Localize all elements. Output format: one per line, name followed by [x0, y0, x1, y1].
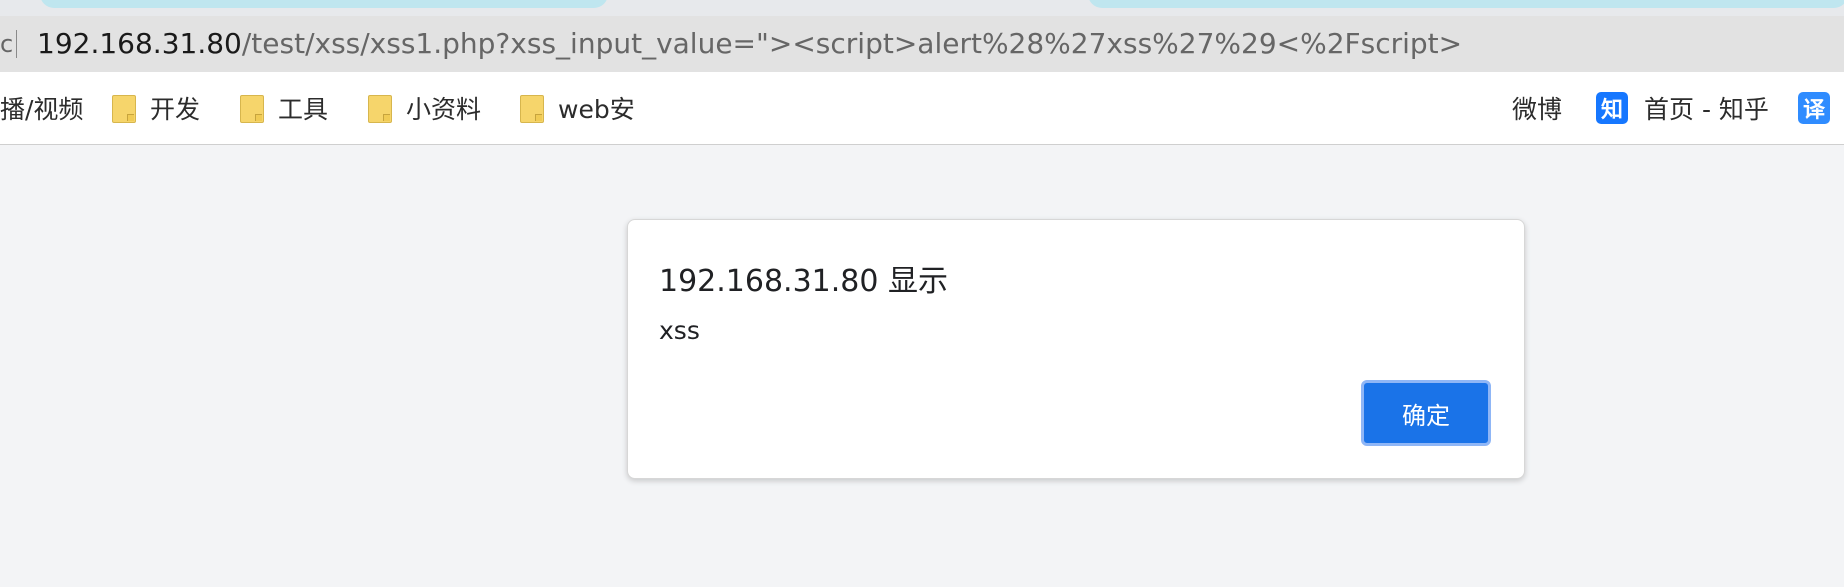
- bookmark-label: 小资料: [406, 95, 482, 124]
- url-host: 192.168.31.80: [37, 27, 242, 60]
- dialog-title: 192.168.31.80 显示: [659, 264, 949, 299]
- bookmark-folder-web-security[interactable]: web安: [520, 92, 635, 124]
- bookmark-video[interactable]: 播/视频: [0, 92, 83, 124]
- address-bar-separator: [16, 30, 17, 58]
- tab-edge-right: [1088, 0, 1844, 8]
- folder-icon: [112, 95, 136, 123]
- confirm-button[interactable]: 确定: [1361, 380, 1491, 446]
- page-content: 192.168.31.80 显示 xss 确定: [0, 145, 1844, 587]
- zhihu-icon: 知: [1596, 92, 1628, 124]
- bookmark-label: 开发: [150, 95, 201, 124]
- dialog-message: xss: [659, 316, 700, 345]
- bookmark-translate[interactable]: 译: [1798, 92, 1830, 124]
- translate-icon: 译: [1798, 92, 1830, 124]
- bookmark-zhihu[interactable]: 知 首页 - 知乎: [1596, 92, 1769, 124]
- bookmarks-bar: 播/视频 开发 工具 小资料 web安 微博 知 首页 - 知乎 译: [0, 72, 1844, 145]
- folder-icon: [368, 95, 392, 123]
- alert-dialog: 192.168.31.80 显示 xss 确定: [627, 219, 1525, 479]
- url-path: /test/xss/xss1.php?xss_input_value="><sc…: [241, 27, 1463, 60]
- address-bar[interactable]: c 192.168.31.80/test/xss/xss1.php?xss_in…: [0, 16, 1844, 72]
- bookmark-label: web安: [558, 95, 635, 124]
- folder-icon: [240, 95, 264, 123]
- bookmark-label: 工具: [278, 95, 329, 124]
- tab-edge-left: [40, 0, 608, 8]
- bookmark-folder-dev[interactable]: 开发: [112, 92, 200, 124]
- address-bar-left-fragment: c: [0, 30, 14, 58]
- bookmark-label: 首页 - 知乎: [1644, 95, 1769, 124]
- bookmark-label: 微博: [1512, 95, 1563, 124]
- url-field[interactable]: 192.168.31.80/test/xss/xss1.php?xss_inpu…: [37, 28, 1462, 60]
- tab-strip: [0, 0, 1844, 16]
- bookmark-weibo[interactable]: 微博: [1512, 92, 1562, 124]
- bookmark-folder-notes[interactable]: 小资料: [368, 92, 481, 124]
- folder-icon: [520, 95, 544, 123]
- bookmark-folder-tools[interactable]: 工具: [240, 92, 328, 124]
- bookmark-label: 播/视频: [0, 95, 84, 124]
